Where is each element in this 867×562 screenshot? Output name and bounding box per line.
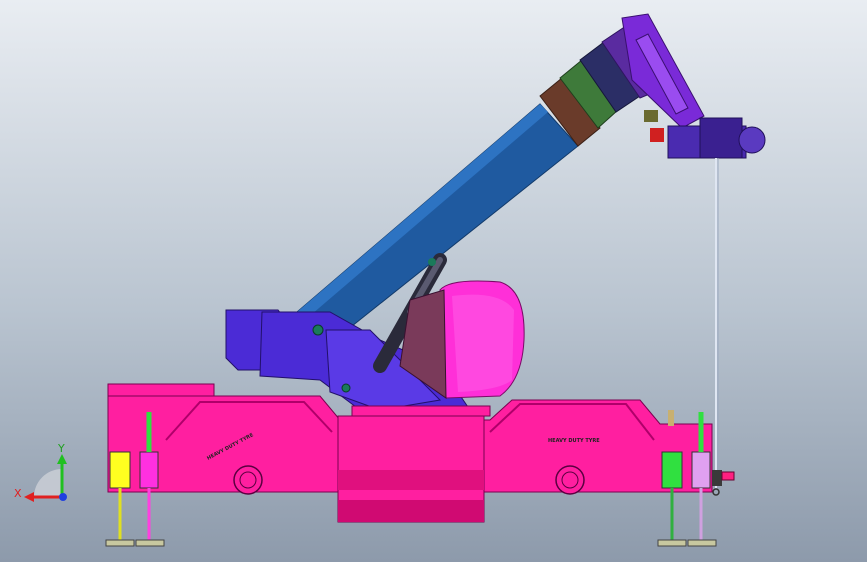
- crane-model: HEAVY DUTY TYRE HEAVY DUTY TYRE Y X: [14, 13, 766, 547]
- sheave-olive: [644, 110, 658, 122]
- cad-viewport[interactable]: HEAVY DUTY TYRE HEAVY DUTY TYRE Y X: [0, 0, 867, 562]
- wheel-hub-left: [233, 465, 263, 495]
- triad-z-origin: [59, 493, 67, 501]
- triad-y-label: Y: [57, 442, 65, 455]
- sheave-red: [650, 128, 664, 142]
- coordinate-triad: Y X: [14, 442, 67, 502]
- outrigger-right-lilac-box: [691, 451, 711, 489]
- cab-highlight: [452, 294, 514, 392]
- crane-hook[interactable]: [712, 470, 735, 496]
- outrigger-left-magenta-box: [139, 451, 159, 489]
- hook-red-tab: [721, 471, 735, 481]
- hook-block: [712, 470, 722, 486]
- hook-ring: [712, 488, 720, 496]
- outrigger-right-lilac-pad: [687, 539, 717, 547]
- outrigger-left-yellow-box: [109, 451, 131, 489]
- turret-pin: [341, 383, 351, 393]
- chassis-centre-stripe-1: [338, 470, 484, 490]
- wheel-hub-right: [555, 465, 585, 495]
- triad-quarter-disc: [34, 469, 62, 497]
- boom-pivot-pin: [312, 324, 324, 336]
- triad-y-arrow: [57, 454, 67, 464]
- tyre-label-right: HEAVY DUTY TYRE: [548, 438, 600, 444]
- outrigger-left-magenta-pad: [135, 539, 165, 547]
- outrigger-left-yellow-pad: [105, 539, 135, 547]
- triad-x-arrow: [24, 492, 34, 502]
- slewing-ring: [351, 405, 491, 417]
- winch-motor: [699, 117, 743, 159]
- chassis-post: [668, 410, 674, 426]
- outrigger-right-green-box: [661, 451, 683, 489]
- cylinder-top-pin: [428, 258, 436, 266]
- outrigger-right-green-pad: [657, 539, 687, 547]
- winch-drum: [738, 126, 766, 154]
- chassis-centre-stripe-2: [338, 500, 484, 522]
- triad-x-label: X: [14, 487, 22, 500]
